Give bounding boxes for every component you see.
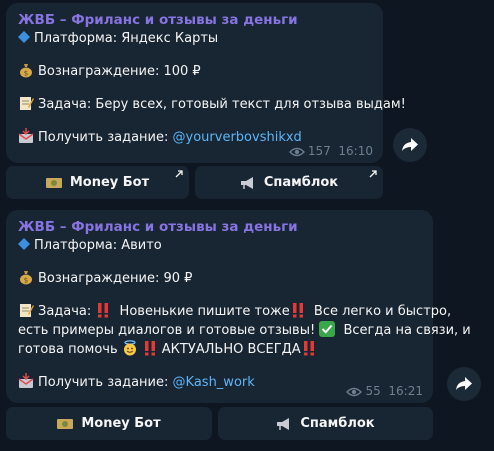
platform-text: Платформа: Яндекс Карты [34, 31, 219, 46]
view-count: 55 [365, 384, 381, 398]
money-bot-label: Money Бот [81, 416, 161, 431]
double-exclamation-icon [303, 341, 314, 356]
task-line: Задача: Новенькие пишите тоже Все легко … [18, 302, 451, 321]
task-line-3: готова помочь АКТУАЛЬНО ВСЕГДА [18, 340, 421, 359]
diamond-icon [18, 238, 30, 250]
spamblock-button[interactable]: Спамблок [195, 166, 383, 199]
task-label: Задача: [38, 304, 96, 319]
task-text-4: Всегда на связи, и [339, 323, 471, 338]
task-text-5: готова помочь [18, 342, 122, 357]
message-meta: 55 16:21 [346, 384, 423, 398]
task-line: Задача: Беру всех, готовый текст для отз… [18, 95, 406, 114]
megaphone-icon [277, 417, 290, 430]
task-text: Задача: Беру всех, готовый текст для отз… [38, 97, 406, 112]
platform-line: Платформа: Авито [18, 236, 421, 255]
reward-text: Вознаграждение: 90 ₽ [38, 271, 193, 286]
task-text-2: Все легко и быстро, [309, 304, 452, 319]
money-bag-icon: $ [20, 64, 32, 78]
handle-link[interactable]: @yourverbovshikxd [173, 130, 302, 145]
task-text-1: Новенькие пишите тоже [115, 304, 290, 319]
view-count: 157 [307, 144, 331, 158]
external-arrow-icon [369, 170, 377, 178]
spamblock-label: Спамблок [300, 416, 375, 431]
platform-text: Платформа: Авито [34, 238, 162, 253]
smile-halo-icon [123, 340, 136, 356]
money-bag-icon: $ [20, 271, 32, 285]
get-task-label: Получить задание: [38, 130, 173, 145]
share-button[interactable] [393, 128, 427, 162]
inbox-tray-icon [18, 373, 34, 388]
task-line-2: есть примеры диалогов и готовые отзывы! … [18, 321, 471, 340]
channel-name[interactable]: ЖВБ – Фриланс и отзывы за деньги [18, 218, 421, 236]
task-text-3: есть примеры диалогов и готовые отзывы! [18, 323, 320, 338]
message-bubble: ЖВБ – Фриланс и отзывы за деньги Платфор… [6, 3, 406, 163]
message-meta: 157 16:10 [288, 144, 373, 158]
channel-name[interactable]: ЖВБ – Фриланс и отзывы за деньги [18, 11, 371, 29]
reward-line: $ Вознаграждение: 90 ₽ [18, 269, 421, 288]
inbox-tray-icon [18, 128, 34, 143]
message-bubble: ЖВБ – Фриланс и отзывы за деньги Платфор… [6, 210, 471, 403]
megaphone-icon [240, 176, 253, 189]
get-task-label: Получить задание: [38, 375, 173, 390]
svg-text:$: $ [24, 277, 28, 285]
spamblock-label: Спамблок [263, 175, 339, 190]
spamblock-button[interactable]: Спамблок [218, 407, 433, 440]
double-exclamation-icon [144, 341, 155, 356]
dollar-bill-icon [45, 177, 62, 188]
share-icon [402, 138, 418, 151]
memo-icon [20, 97, 34, 110]
message-time: 16:10 [338, 144, 373, 158]
eye-icon [346, 387, 363, 397]
double-exclamation-icon [98, 303, 109, 318]
eye-icon [288, 147, 305, 157]
memo-icon [20, 304, 34, 317]
reward-text: Вознаграждение: 100 ₽ [38, 64, 201, 79]
money-bot-label: Money Бот [69, 175, 150, 190]
share-button[interactable] [447, 367, 481, 401]
share-icon [456, 377, 472, 390]
handle-link[interactable]: @Kash_work [173, 375, 255, 390]
svg-text:$: $ [24, 70, 28, 78]
check-mark-icon [319, 321, 336, 337]
dollar-bill-icon [57, 418, 74, 429]
double-exclamation-icon [292, 303, 303, 318]
external-arrow-icon [175, 170, 183, 178]
money-bot-button[interactable]: Money Бот [6, 407, 212, 440]
diamond-icon [18, 31, 30, 43]
platform-line: Платформа: Яндекс Карты [18, 29, 371, 48]
reward-line: $ Вознаграждение: 100 ₽ [18, 62, 371, 81]
money-bot-button[interactable]: Money Бот [6, 166, 189, 199]
task-text-6: АКТУАЛЬНО ВСЕГДА [161, 342, 301, 357]
message-time: 16:21 [388, 384, 423, 398]
